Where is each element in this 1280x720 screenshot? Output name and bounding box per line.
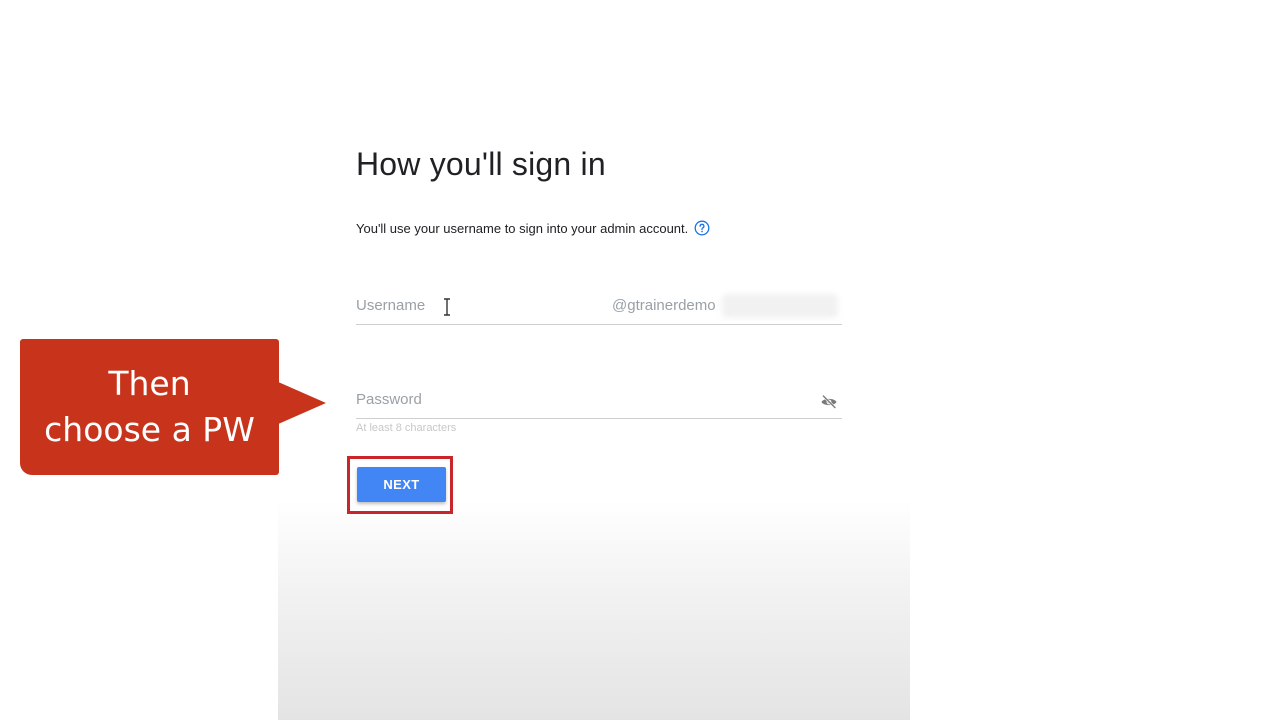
next-button[interactable]: NEXT xyxy=(357,467,446,502)
subtitle-text: You'll use your username to sign into yo… xyxy=(356,220,689,236)
username-placeholder: Username xyxy=(356,297,426,314)
instruction-callout: Then choose a PW xyxy=(20,339,279,475)
eye-off-icon[interactable] xyxy=(820,393,838,411)
callout-pointer xyxy=(276,381,326,425)
password-placeholder: Password xyxy=(356,391,422,408)
callout-text: Then choose a PW xyxy=(30,361,270,453)
password-hint: At least 8 characters xyxy=(356,422,457,434)
subtitle-row: You'll use your username to sign into yo… xyxy=(356,220,710,236)
callout-line-1: Then xyxy=(108,364,191,403)
text-cursor-icon xyxy=(444,298,450,316)
username-field[interactable]: Username @gtrainerdemo xyxy=(356,290,842,325)
password-field[interactable]: Password xyxy=(356,384,842,419)
callout-line-2: choose a PW xyxy=(44,410,255,449)
tutorial-frame: How you'll sign in You'll use your usern… xyxy=(0,0,1280,720)
domain-suffix: @gtrainerdemo xyxy=(612,297,716,314)
blurred-domain xyxy=(722,294,838,318)
help-circle-icon[interactable] xyxy=(694,220,710,236)
page-title: How you'll sign in xyxy=(356,146,606,182)
screen-shadow xyxy=(278,500,910,720)
